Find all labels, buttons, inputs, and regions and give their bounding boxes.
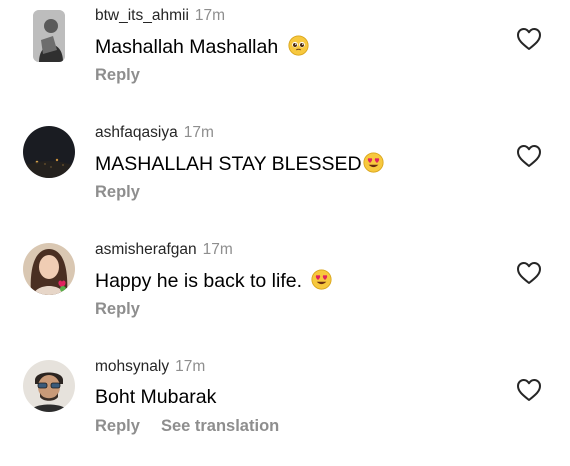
username[interactable]: ashfaqasiya	[95, 124, 178, 141]
comment-text: Mashallah Mashallah	[95, 35, 309, 59]
avatar-photo	[23, 243, 75, 295]
avatar[interactable]	[33, 10, 65, 62]
comment-item: mohsynaly 17m Boht Mubarak Reply See trans…	[0, 351, 570, 461]
username[interactable]: mohsynaly	[95, 358, 169, 375]
comment-header: mohsynaly 17m	[95, 358, 205, 376]
reply-button[interactable]: Reply	[95, 66, 140, 84]
comment-text: Boht Mubarak	[95, 386, 216, 409]
timestamp: 17m	[175, 358, 206, 375]
avatar[interactable]	[23, 360, 75, 412]
heart-eyes-emoji-icon	[311, 269, 333, 290]
heart-outline-icon[interactable]	[516, 144, 542, 168]
username[interactable]: asmisherafgan	[95, 241, 197, 258]
avatar-photo	[33, 10, 65, 62]
comment-body: MASHALLAH STAY BLESSED	[95, 153, 362, 175]
timestamp: 17m	[194, 7, 226, 24]
heart-outline-icon[interactable]	[516, 378, 542, 402]
pleading-face-emoji-icon	[288, 35, 309, 56]
comment-body: Mashallah Mashallah	[95, 36, 279, 58]
avatar[interactable]	[23, 126, 75, 178]
comment-item: btw_its_ahmii 17m Mashallah Mashallah Rep…	[0, 0, 570, 110]
heart-outline-icon[interactable]	[516, 261, 542, 285]
comment-item: asmisherafgan 17m Happy he is back to lif…	[0, 234, 570, 344]
comment-actions: Reply	[95, 300, 140, 319]
reply-button[interactable]: Reply	[95, 300, 140, 318]
reply-button[interactable]: Reply	[95, 417, 140, 435]
comment-actions: Reply See translation	[95, 417, 279, 436]
comment-header: btw_its_ahmii 17m	[95, 7, 225, 25]
comment-header: ashfaqasiya 17m	[95, 124, 214, 142]
reply-button[interactable]: Reply	[95, 183, 140, 201]
comment-text: Happy he is back to life.	[95, 269, 333, 293]
username[interactable]: btw_its_ahmii	[95, 7, 189, 24]
timestamp: 17m	[202, 241, 233, 258]
avatar[interactable]	[23, 243, 75, 295]
comment-body: Boht Mubarak	[95, 386, 217, 408]
timestamp: 17m	[183, 124, 214, 141]
comment-actions: Reply	[95, 66, 140, 85]
comment-text: MASHALLAH STAY BLESSED	[95, 152, 384, 176]
comment-header: asmisherafgan 17m	[95, 241, 233, 259]
avatar-photo	[23, 126, 75, 178]
comment-item: ashfaqasiya 17m MASHALLAH STAY BLESSED Re…	[0, 117, 570, 227]
comment-body: Happy he is back to life.	[95, 270, 303, 292]
heart-outline-icon[interactable]	[516, 27, 542, 51]
heart-eyes-emoji-icon	[363, 152, 384, 173]
avatar-photo	[23, 360, 75, 412]
comment-actions: Reply	[95, 183, 140, 202]
see-translation-button[interactable]: See translation	[161, 417, 279, 435]
